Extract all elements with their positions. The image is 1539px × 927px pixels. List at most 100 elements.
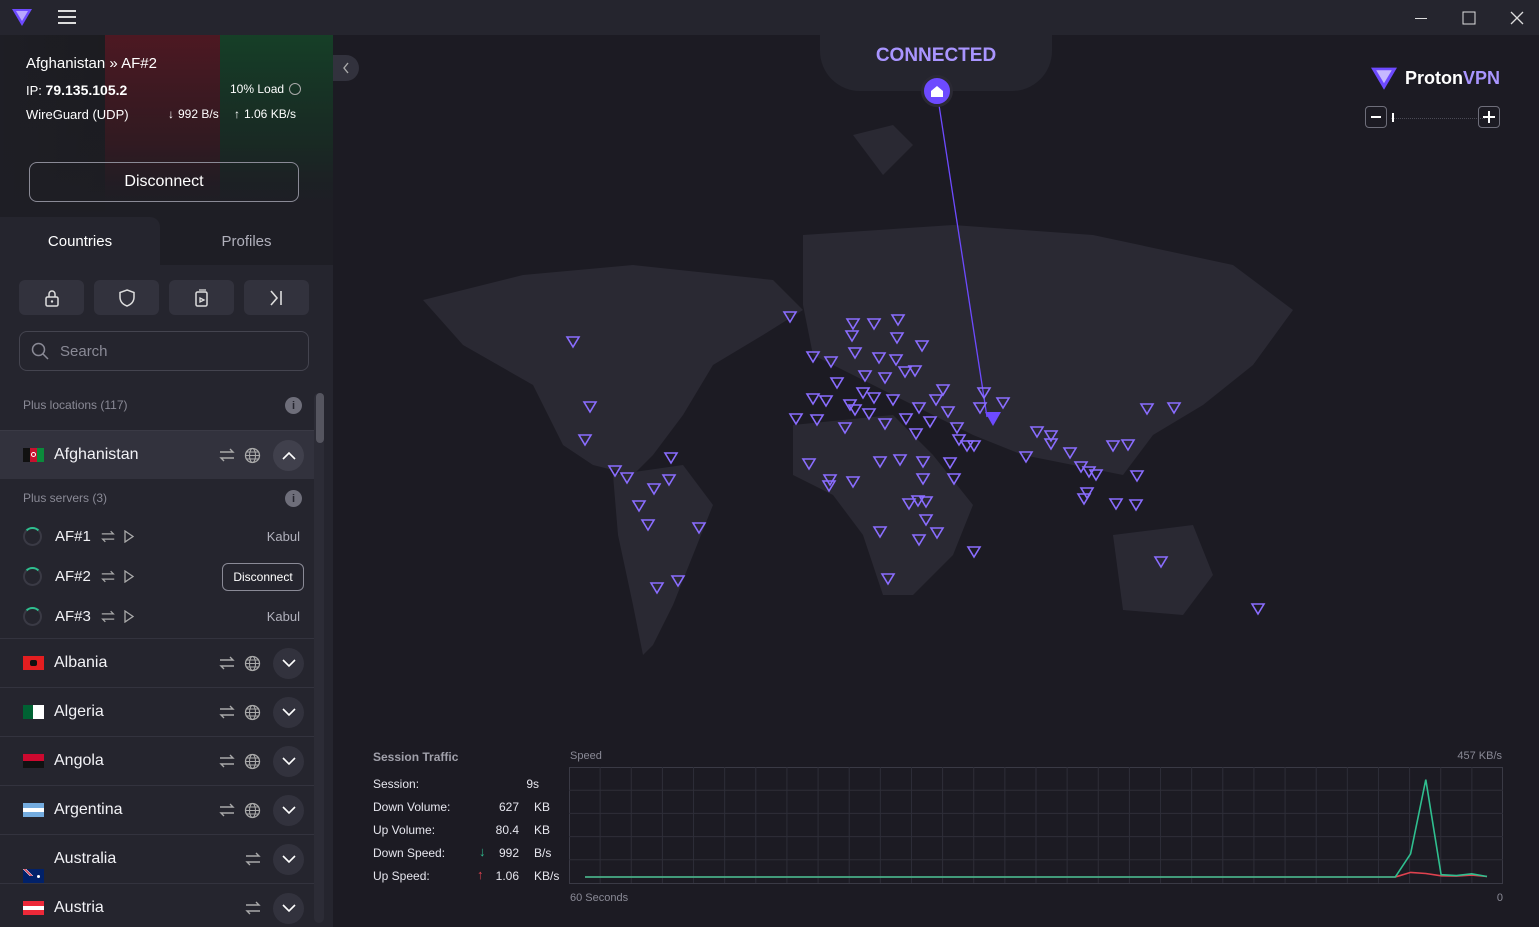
country-name: Algeria (54, 703, 104, 720)
chevron-down-icon (281, 756, 296, 765)
country-name: Argentina (54, 801, 123, 818)
country-row-angola[interactable]: Angola (0, 736, 314, 785)
country-row-afghanistan[interactable]: Afghanistan (0, 430, 314, 479)
profile-swap-icon[interactable] (244, 851, 262, 867)
search-input[interactable]: Search (19, 331, 309, 371)
server-pin-icon[interactable] (966, 546, 982, 559)
scrollbar-thumb[interactable] (316, 393, 324, 443)
plus-icon (1483, 111, 1495, 123)
server-pin-icon[interactable] (788, 413, 804, 426)
server-pin-icon[interactable] (818, 395, 834, 408)
server-pin-icon[interactable] (898, 413, 914, 426)
collapse-button[interactable] (273, 439, 304, 471)
server-pin-icon[interactable] (1128, 499, 1144, 512)
server-disconnect-label: Disconnect (233, 570, 293, 584)
country-row-argentina[interactable]: Argentina (0, 785, 314, 834)
expand-button[interactable] (273, 843, 304, 875)
country-row-albania[interactable]: Albania (0, 638, 314, 687)
server-pin-icon[interactable] (1250, 603, 1266, 616)
chevron-down-icon (281, 805, 296, 814)
home-icon[interactable] (921, 75, 953, 107)
server-city: Kabul (266, 609, 300, 624)
profile-swap-icon[interactable] (244, 900, 262, 916)
brand-logo: Proton VPN (1369, 65, 1500, 91)
server-disconnect-button[interactable]: Disconnect (222, 563, 304, 591)
server-row[interactable]: AF#2 Disconnect (0, 557, 314, 597)
zoom-out-button[interactable] (1365, 106, 1387, 128)
zoom-thumb[interactable] (1392, 113, 1394, 122)
angola-flag-icon (23, 754, 44, 768)
server-pin-icon[interactable] (1108, 498, 1124, 511)
map-area[interactable]: CONNECTED Proton VPN Session Traffic Sess… (333, 35, 1539, 927)
stat-label: Up Speed: (373, 869, 430, 883)
country-row-algeria[interactable]: Algeria (0, 687, 314, 736)
expand-button[interactable] (273, 892, 304, 924)
stat-value: 992 (498, 846, 519, 860)
tab-countries[interactable]: Countries (0, 217, 160, 265)
country-name: Afghanistan (54, 446, 139, 463)
server-pin-icon[interactable] (805, 393, 821, 406)
profile-swap-icon[interactable] (218, 802, 236, 818)
expand-button[interactable] (273, 647, 304, 679)
server-row[interactable]: AF#1 Kabul (0, 517, 314, 557)
stat-unit: KB (534, 800, 551, 814)
server-pin-icon[interactable] (866, 392, 882, 405)
play-icon[interactable] (124, 570, 134, 583)
maximize-button[interactable] (1446, 0, 1492, 35)
country-row-austria[interactable]: Austria (0, 883, 314, 927)
chevron-left-icon (343, 62, 349, 74)
globe-icon[interactable] (244, 802, 261, 819)
profile-swap-icon[interactable] (218, 447, 236, 463)
server-pin-icon[interactable] (663, 452, 679, 465)
tor-filter-button[interactable] (244, 280, 309, 315)
zoom-in-button[interactable] (1478, 106, 1500, 128)
brand-name-proton: Proton (1405, 67, 1463, 88)
disconnect-button[interactable]: Disconnect (29, 162, 299, 202)
close-button[interactable] (1494, 0, 1539, 35)
tab-countries-label: Countries (47, 232, 113, 250)
globe-icon[interactable] (244, 704, 261, 721)
chart-ymax-label: 457 KB/s (1457, 750, 1502, 762)
profile-swap-icon[interactable] (218, 753, 236, 769)
streaming-filter-button[interactable] (169, 280, 234, 315)
profile-swap-icon[interactable] (100, 529, 116, 544)
server-pin-icon[interactable] (1129, 470, 1145, 483)
server-pin-icon[interactable] (922, 416, 938, 429)
profile-swap-icon[interactable] (218, 655, 236, 671)
info-icon[interactable]: i (285, 490, 302, 507)
load-ring-icon (289, 83, 302, 95)
server-pin-icon[interactable] (1088, 469, 1104, 482)
sidebar: Afghanistan » AF#2 IP: 79.135.105.2 10% … (0, 35, 333, 927)
server-pin-icon[interactable] (885, 394, 901, 407)
expand-button[interactable] (273, 745, 304, 777)
tab-profiles[interactable]: Profiles (160, 217, 333, 265)
secure-core-filter-button[interactable] (19, 280, 84, 315)
p2p-filter-button[interactable] (94, 280, 159, 315)
server-pin-icon[interactable] (1079, 487, 1095, 500)
collapse-sidebar-button[interactable] (333, 55, 359, 81)
info-icon[interactable]: i (285, 397, 302, 414)
split-tunnel-icon (269, 289, 282, 306)
server-row[interactable]: AF#3 Kabul (0, 597, 314, 637)
play-icon[interactable] (124, 610, 134, 623)
zoom-slider[interactable] (1391, 113, 1485, 122)
server-pin-icon[interactable] (942, 457, 958, 470)
minimize-button[interactable] (1398, 0, 1444, 35)
play-icon[interactable] (124, 530, 134, 543)
profile-swap-icon[interactable] (218, 704, 236, 720)
expand-button[interactable] (273, 794, 304, 826)
profile-swap-icon[interactable] (100, 609, 116, 624)
stat-value: 9s (526, 777, 539, 791)
profile-swap-icon[interactable] (100, 569, 116, 584)
chevron-down-icon (281, 707, 296, 716)
scrollbar-track[interactable] (314, 393, 324, 923)
menu-icon[interactable] (58, 9, 76, 30)
expand-button[interactable] (273, 696, 304, 728)
chevron-up-icon (281, 451, 296, 460)
globe-icon[interactable] (244, 753, 261, 770)
globe-icon[interactable] (244, 655, 261, 672)
country-row-australia[interactable]: Australia (0, 834, 314, 883)
globe-icon[interactable] (244, 447, 261, 464)
server-pin-icon[interactable] (829, 377, 845, 390)
stat-label: Down Volume: (373, 800, 451, 814)
